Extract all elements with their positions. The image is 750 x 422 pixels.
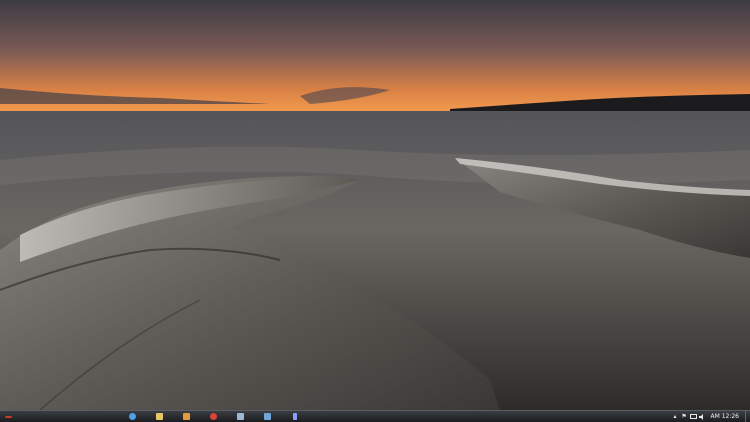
- taskbar: ▴ ⚑ AM 12:26: [0, 410, 750, 422]
- folder-icon: [156, 413, 163, 420]
- tray-chevron-icon[interactable]: ▴: [671, 413, 680, 420]
- network-tray-icon[interactable]: [689, 413, 698, 420]
- start-button[interactable]: [1, 411, 15, 422]
- volume-tray-icon[interactable]: [698, 413, 707, 420]
- pinned-media-player[interactable]: [173, 411, 200, 422]
- pinned-folder[interactable]: [146, 411, 173, 422]
- monitor-icon: [237, 413, 244, 420]
- wallpaper-image: [0, 0, 750, 410]
- internet-explorer-icon: [129, 413, 136, 420]
- windows-start-icon: [4, 415, 12, 418]
- show-desktop-button[interactable]: [745, 411, 750, 422]
- network-icon: [264, 413, 271, 420]
- clock[interactable]: AM 12:26: [707, 411, 745, 422]
- pinned-monitor[interactable]: [227, 411, 254, 422]
- chrome-icon: [210, 413, 217, 420]
- pinned-chrome[interactable]: [200, 411, 227, 422]
- action-center-flag-icon[interactable]: ⚑: [680, 413, 689, 420]
- pinned-network[interactable]: [254, 411, 281, 422]
- pinned-document[interactable]: [281, 411, 308, 422]
- system-tray: ▴ ⚑ AM 12:26: [671, 411, 750, 422]
- desktop-wallpaper: [0, 0, 750, 410]
- document-icon: [292, 413, 297, 420]
- media-player-icon: [183, 413, 190, 420]
- pinned-internet-explorer[interactable]: [119, 411, 146, 422]
- pinned-apps: [119, 411, 308, 422]
